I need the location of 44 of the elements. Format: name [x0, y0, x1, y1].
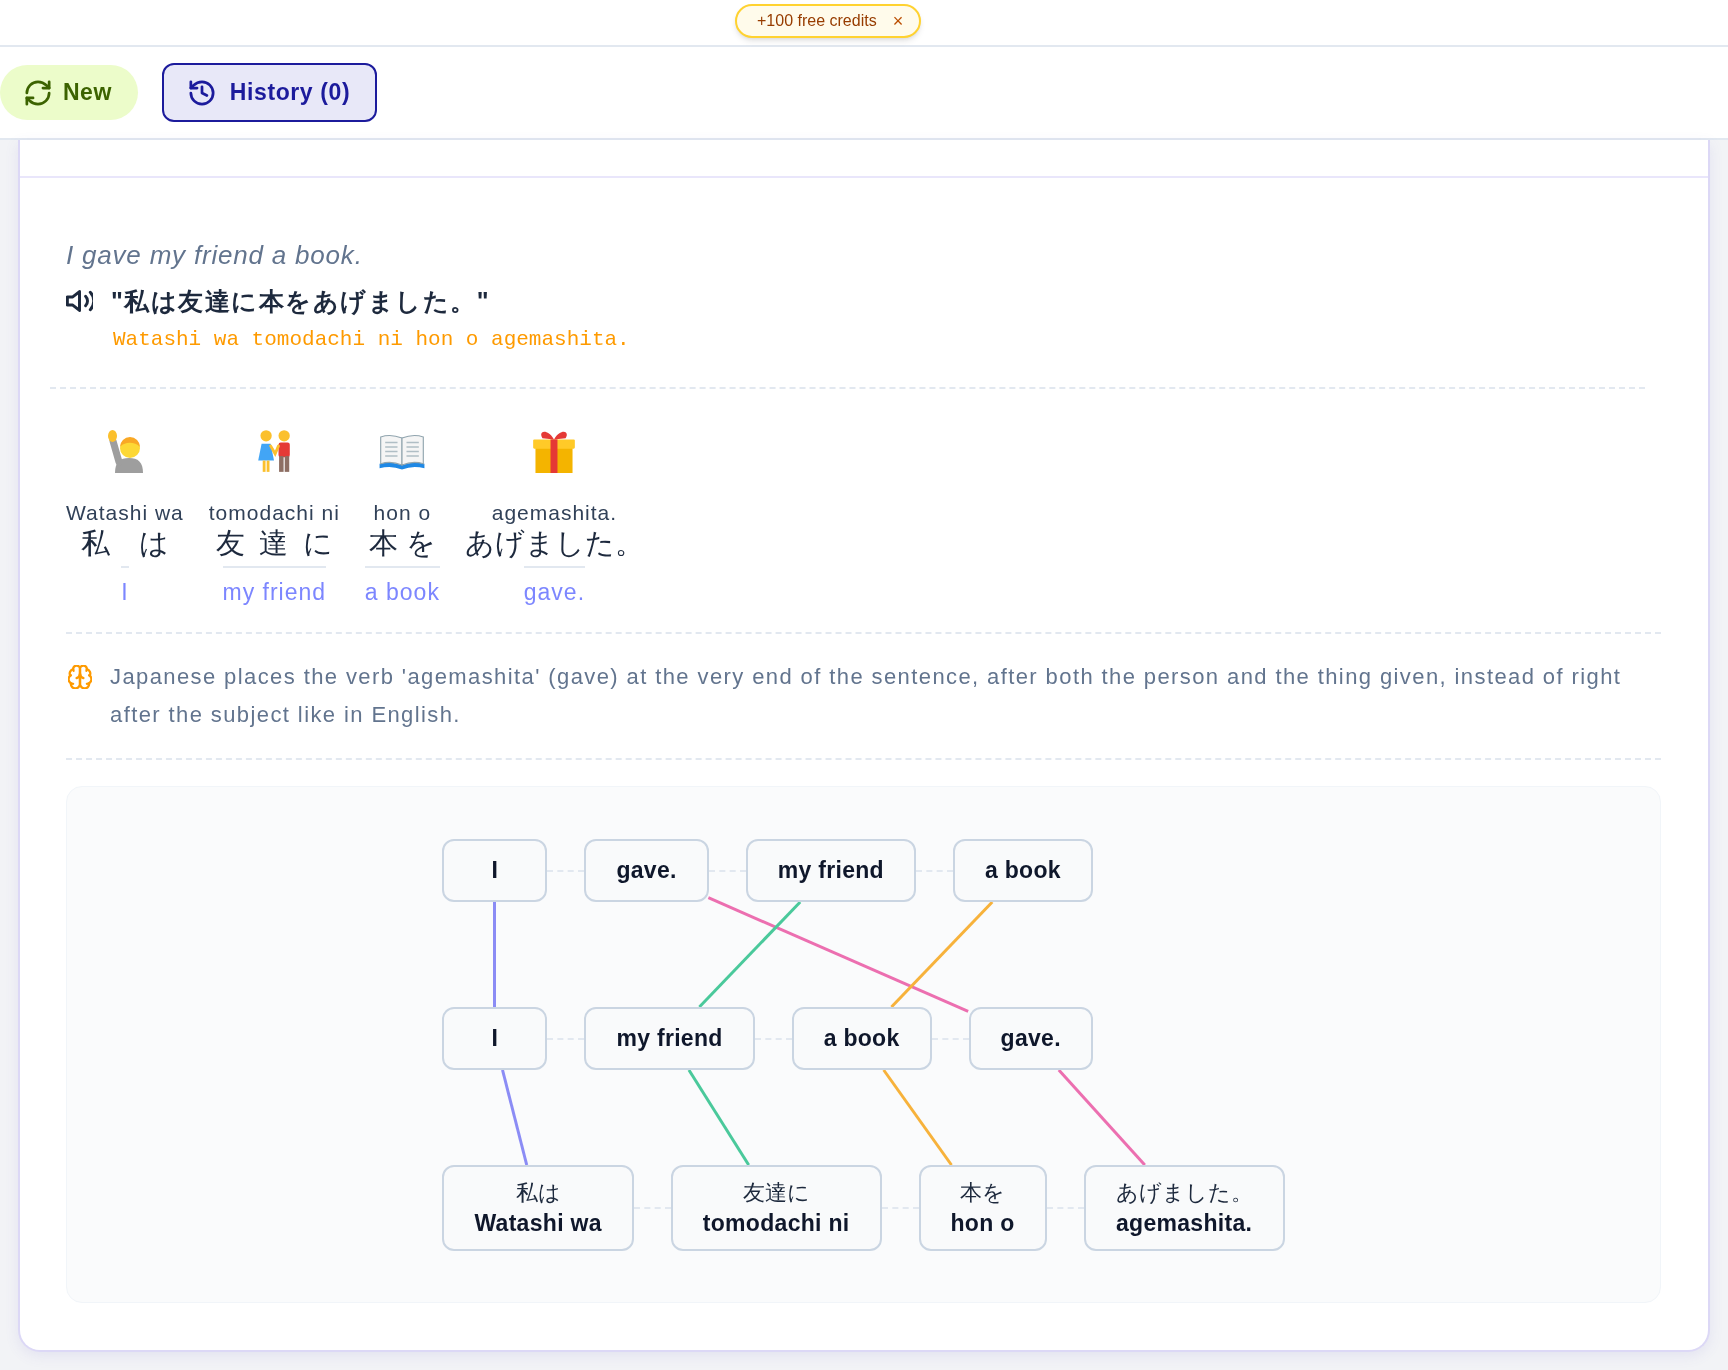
word-node: my friend: [584, 1007, 755, 1070]
word-node: gave.: [584, 839, 709, 902]
word-romaji: agemashita.: [491, 500, 618, 526]
word-node: gave.: [968, 1007, 1093, 1070]
english-sentence: I gave my friend a book.: [66, 239, 363, 271]
new-button[interactable]: New: [0, 65, 138, 120]
node-romaji: Watashi wa: [474, 1209, 602, 1238]
node-japanese: 本を: [960, 1179, 1006, 1207]
close-button[interactable]: ×: [892, 11, 904, 31]
node-romaji: hon o: [950, 1209, 1015, 1238]
japanese-sentence: "私は友達に本をあげました。": [111, 286, 491, 317]
word-meaning: gave.: [523, 566, 586, 606]
note-text: Japanese places the verb 'agemashita' (gave) at the very end of the sentence, after both the person and the thing given, instead of right after the subject like in English.: [110, 663, 1623, 729]
refresh-icon: [25, 79, 51, 106]
word-japanese: 私は: [79, 526, 184, 560]
word-node: I: [442, 839, 548, 902]
word-node: my friend: [745, 839, 916, 902]
node-japanese: 私は: [515, 1179, 561, 1207]
node-romaji: tomodachi ni: [702, 1209, 850, 1238]
word-meaning: a book: [364, 566, 440, 606]
word-meaning: I: [121, 566, 129, 606]
word-meaning: my friend: [222, 566, 327, 606]
history-button[interactable]: History (0): [161, 63, 378, 122]
node-japanese: 友達に: [742, 1179, 810, 1207]
word-japanese: 友達に: [214, 526, 340, 560]
gift-icon: [533, 429, 576, 473]
word-japanese: あげました。: [464, 526, 644, 560]
word-japanese: 本を: [367, 526, 440, 560]
word-romaji: hon o: [373, 500, 432, 526]
word-node: I: [442, 1007, 548, 1070]
romaji-sentence: Watashi wa tomodachi ni hon o agemashita.: [113, 327, 630, 353]
person-raising-hand-icon: [105, 429, 144, 473]
speaker-icon[interactable]: [66, 290, 93, 312]
word-romaji: Watashi wa: [66, 500, 184, 526]
brain-icon: [68, 665, 92, 689]
node-romaji: agemashita.: [1116, 1209, 1253, 1238]
node-japanese: あげました。: [1115, 1179, 1253, 1207]
word-node: a book: [791, 1007, 932, 1070]
couple-icon: [257, 429, 292, 473]
credits-text: +100 free credits: [757, 11, 877, 31]
open-book-icon: [379, 432, 426, 470]
word-romaji: tomodachi ni: [208, 500, 340, 526]
history-icon: [188, 79, 215, 106]
word-node: a book: [952, 839, 1093, 902]
